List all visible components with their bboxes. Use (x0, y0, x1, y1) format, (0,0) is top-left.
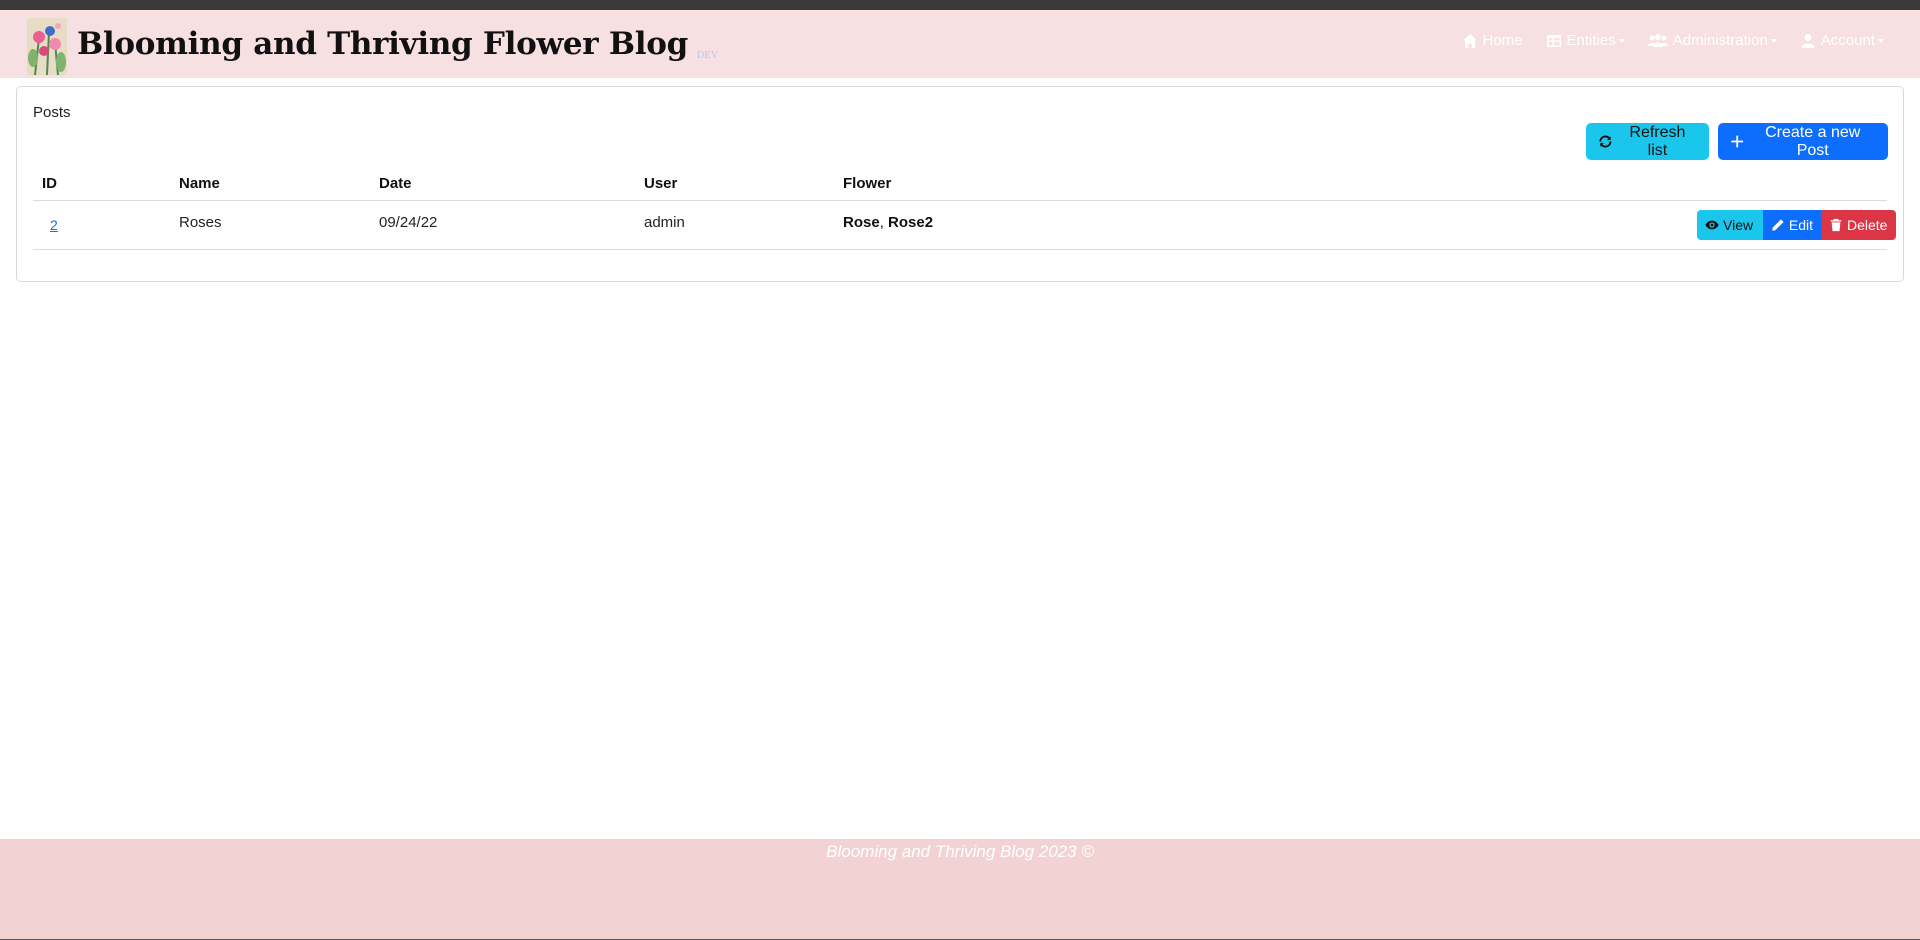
nav-home[interactable]: Home (1462, 32, 1523, 49)
brand-link[interactable]: Blooming and Thriving Flower Blog DEV (27, 18, 718, 75)
column-header-id[interactable]: ID (42, 175, 57, 192)
nav-menu: Home Entities Administration Account (1439, 32, 1884, 49)
column-header-user[interactable]: User (644, 175, 677, 192)
navbar: Blooming and Thriving Flower Blog DEV Ho… (0, 10, 1920, 78)
brand-title: Blooming and Thriving Flower Blog (77, 26, 688, 62)
nav-entities-label: Entities (1566, 32, 1616, 49)
column-header-date[interactable]: Date (379, 175, 412, 192)
table-icon (1546, 34, 1561, 47)
env-badge: DEV (696, 50, 719, 61)
table-row: 2 Roses 09/24/22 admin Rose, Rose2 View … (33, 201, 1896, 250)
chevron-down-icon (1878, 38, 1884, 43)
flower-logo-icon (27, 18, 67, 75)
browser-top-strip (0, 0, 1920, 10)
refresh-list-label: Refresh list (1629, 123, 1686, 159)
create-post-button[interactable]: Create a new Post (1718, 123, 1888, 160)
flower-link[interactable]: Rose2 (888, 214, 933, 231)
posts-table: ID Name Date User Flower 2 Roses 09/24/2… (33, 164, 1896, 250)
pencil-icon (1772, 219, 1784, 231)
delete-button[interactable]: Delete (1821, 210, 1896, 240)
nav-entities[interactable]: Entities (1546, 32, 1625, 49)
home-icon (1462, 33, 1477, 48)
refresh-icon (1599, 135, 1612, 148)
delete-label: Delete (1847, 217, 1888, 233)
posts-card: Posts Refresh list Create a new Post ID … (16, 86, 1904, 282)
refresh-list-button[interactable]: Refresh list (1586, 123, 1709, 160)
page-title: Posts (33, 104, 71, 121)
column-header-flower[interactable]: Flower (843, 175, 891, 192)
post-flowers: Rose, Rose2 (843, 214, 933, 231)
nav-account[interactable]: Account (1800, 32, 1884, 49)
footer: Blooming and Thriving Blog 2023 © (0, 839, 1920, 940)
eye-icon (1705, 220, 1719, 230)
edit-button[interactable]: Edit (1763, 210, 1821, 240)
post-user: admin (644, 214, 685, 231)
plus-icon (1731, 135, 1744, 148)
table-header: ID Name Date User Flower (33, 164, 1887, 201)
row-actions: View Edit Delete (1697, 210, 1896, 240)
users-cog-icon (1647, 33, 1668, 47)
column-header-name[interactable]: Name (179, 175, 220, 192)
post-date: 09/24/22 (379, 214, 438, 231)
create-post-label: Create a new Post (1765, 123, 1861, 159)
view-button[interactable]: View (1697, 210, 1763, 240)
nav-administration-label: Administration (1672, 32, 1768, 49)
post-id-link[interactable]: 2 (50, 217, 58, 233)
trash-icon (1830, 218, 1842, 232)
chevron-down-icon (1618, 38, 1625, 43)
user-icon (1801, 33, 1815, 48)
nav-home-label: Home (1482, 32, 1523, 49)
nav-account-label: Account (1820, 32, 1875, 49)
post-name: Roses (179, 214, 222, 231)
flower-separator: , (879, 214, 889, 231)
edit-label: Edit (1788, 217, 1813, 233)
view-label: View (1723, 217, 1754, 233)
chevron-down-icon (1770, 38, 1777, 43)
footer-copyright: Blooming and Thriving Blog 2023 © (826, 842, 1094, 861)
nav-administration[interactable]: Administration (1647, 32, 1777, 49)
flower-link[interactable]: Rose (843, 214, 880, 231)
